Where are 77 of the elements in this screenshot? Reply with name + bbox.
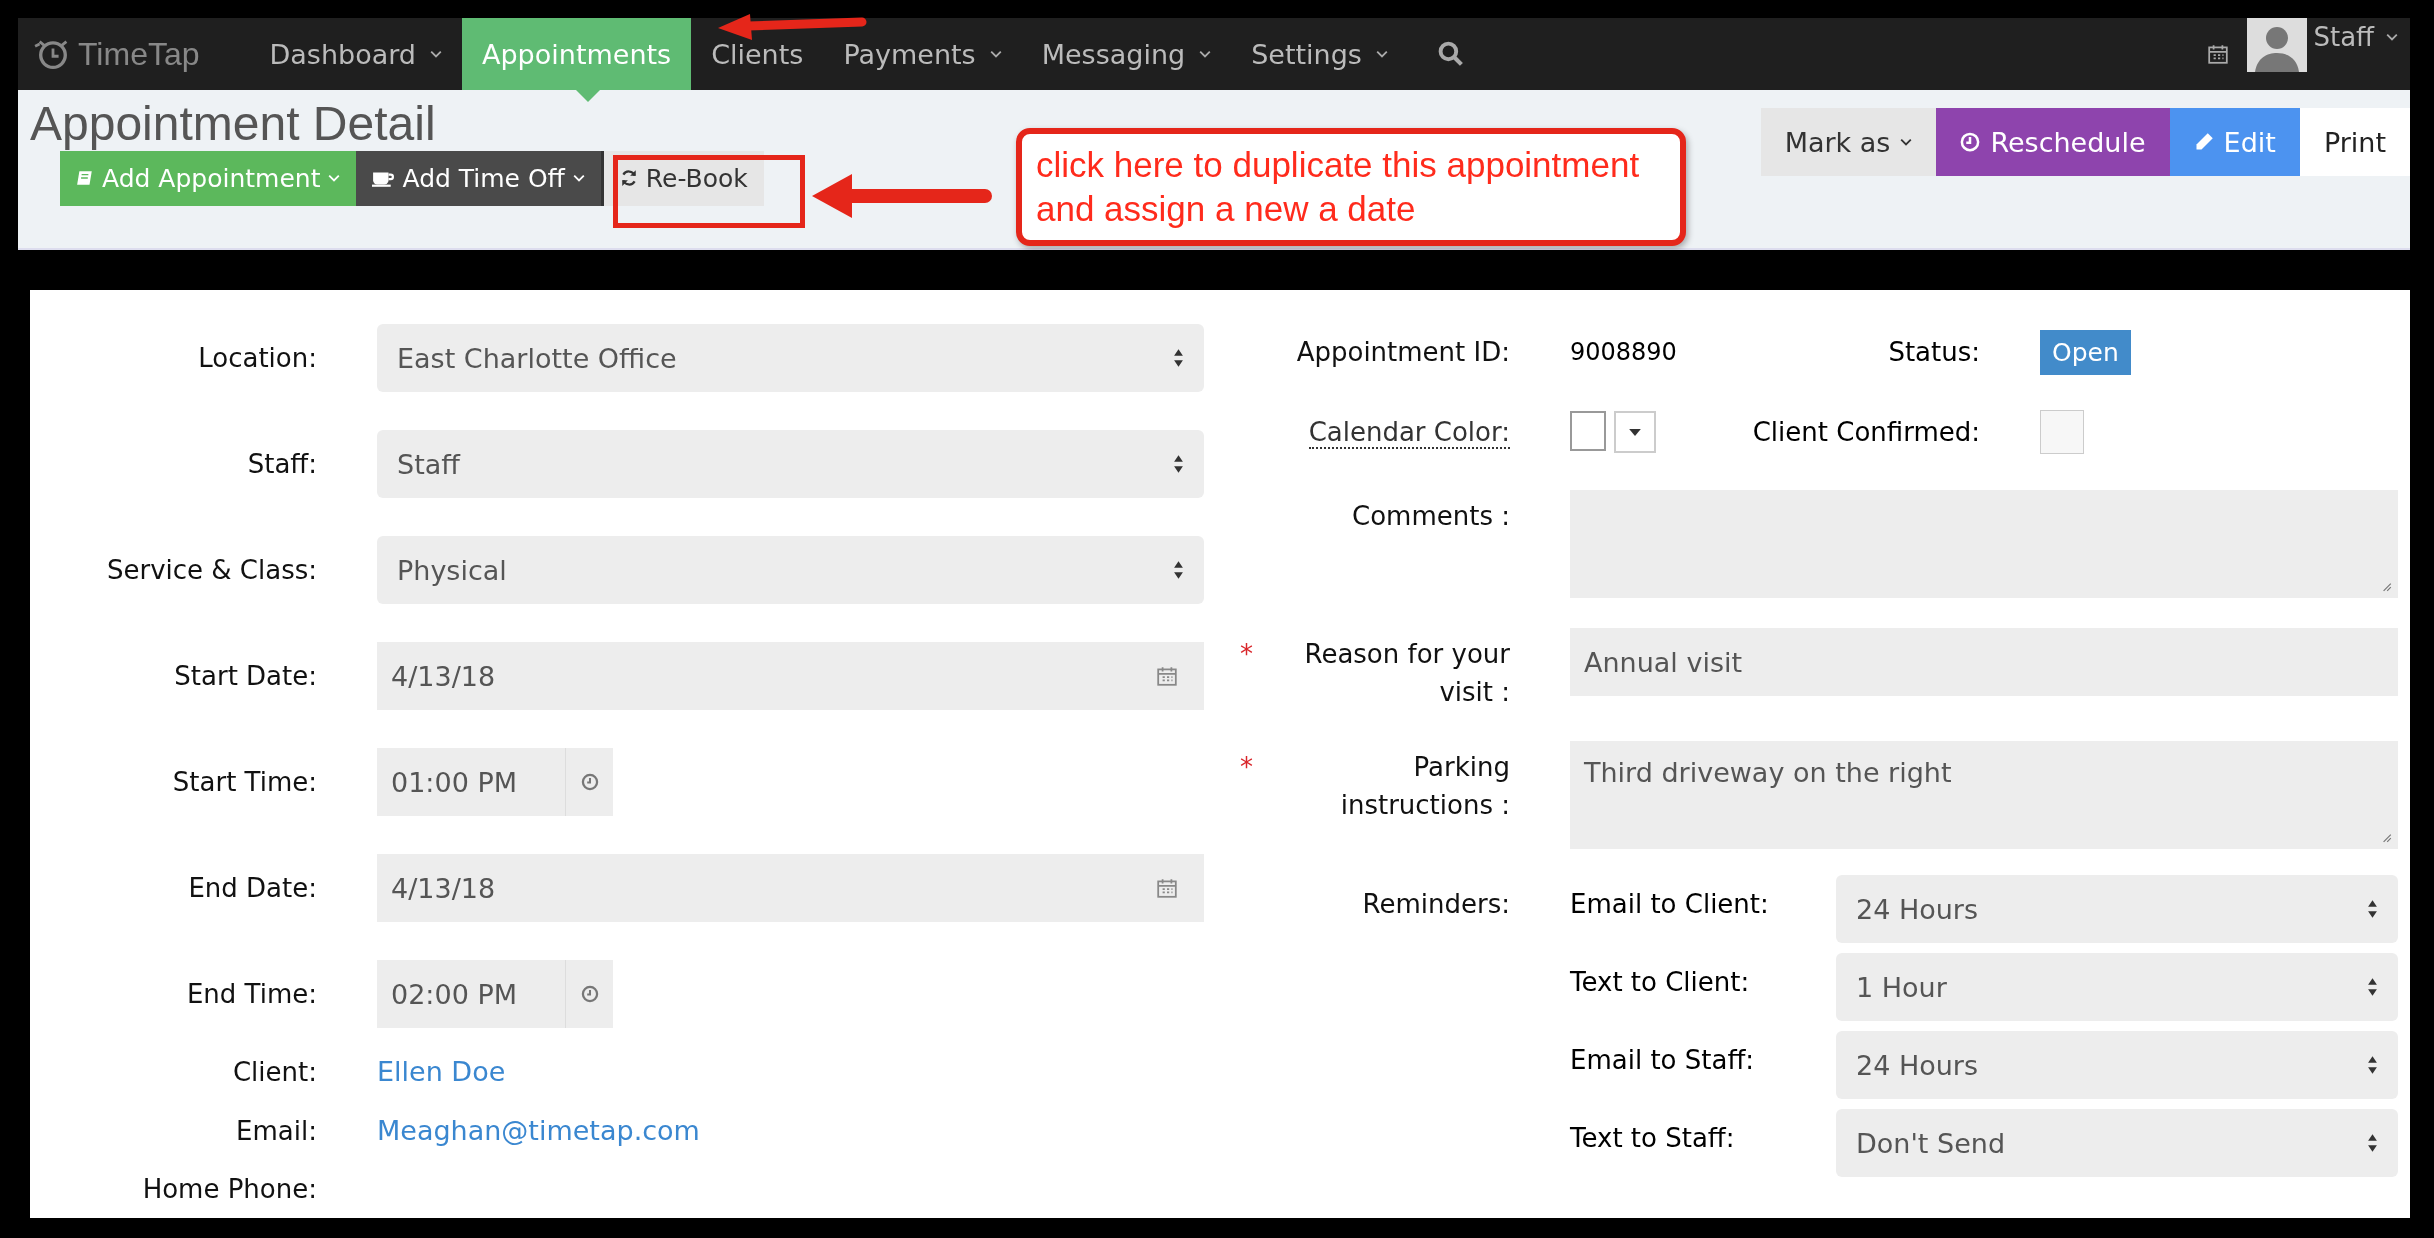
color-swatch[interactable]: [1570, 411, 1606, 451]
color-dropdown-button[interactable]: [1614, 411, 1656, 453]
field-label: End Date:: [187, 873, 317, 903]
confirmed-checkbox[interactable]: [2040, 410, 2084, 454]
select-field[interactable]: Staff: [377, 430, 1204, 498]
nav-tab[interactable]: Messaging: [1021, 18, 1232, 90]
caret-icon: [1629, 428, 1641, 436]
clock-icon[interactable]: [580, 985, 599, 1003]
input-field[interactable]: Annual visit: [1570, 628, 2398, 696]
resize-grip-icon[interactable]: [2380, 580, 2392, 592]
field-label: Reminders:: [1361, 889, 1510, 922]
search-icon[interactable]: [1437, 41, 1464, 67]
select-field[interactable]: Don't Send: [1836, 1109, 2398, 1178]
field-label: Start Date:: [173, 661, 317, 691]
field-label: Client Confirmed:: [1751, 417, 1980, 447]
status-badge: Open: [2040, 329, 2131, 375]
time-field[interactable]: 01:00 PM: [377, 748, 613, 816]
select-arrows-icon: [1173, 560, 1184, 580]
nav-tab[interactable]: Payments: [823, 18, 1022, 90]
date-field[interactable]: 4/13/18: [377, 854, 1204, 922]
user-menu[interactable]: Staff: [2313, 18, 2410, 52]
text-area[interactable]: Third driveway on the right: [1570, 741, 2398, 850]
select-field[interactable]: East Charlotte Office: [377, 324, 1204, 392]
refresh-icon: [619, 169, 638, 188]
field-label: End Time:: [185, 979, 317, 1009]
nav-tab[interactable]: Settings: [1231, 18, 1408, 90]
select-arrows-icon: [1173, 454, 1184, 474]
select-arrows-icon: [2367, 1055, 2378, 1076]
field-label: Email:: [235, 1115, 317, 1146]
field-label: Text to Staff:: [1570, 1122, 1736, 1154]
select-field[interactable]: 24 Hours: [1836, 875, 2398, 944]
select-arrows-icon: [2367, 899, 2378, 920]
action-button[interactable]: Print: [2299, 108, 2410, 176]
field-label: Service & Class:: [105, 555, 317, 585]
field-label: Appointment ID:: [1295, 337, 1510, 367]
field-label: Client:: [231, 1056, 317, 1087]
action-button[interactable]: Re-Book: [600, 150, 764, 206]
action-button[interactable]: Add Time Off: [356, 150, 601, 206]
field-label: Email to Client:: [1570, 888, 1770, 920]
caret-icon: [2386, 33, 2398, 41]
nav-tab[interactable]: Clients: [691, 18, 824, 90]
link[interactable]: Ellen Doe: [377, 1056, 506, 1087]
select-field[interactable]: 1 Hour: [1836, 953, 2398, 1022]
action-button[interactable]: Mark as: [1760, 108, 1937, 176]
field-label: Staff:: [246, 449, 317, 479]
link[interactable]: Meaghan@timetap.com: [377, 1115, 700, 1146]
page-title: Appointment Detail: [30, 98, 437, 151]
field-label: Home Phone:: [141, 1174, 317, 1204]
required-mark: *: [1240, 751, 1253, 785]
select-arrows-icon: [1173, 348, 1184, 368]
clock-icon: [1960, 132, 1981, 152]
required-mark: *: [1240, 638, 1253, 671]
avatar-icon[interactable]: [2247, 18, 2308, 72]
date-field[interactable]: 4/13/18: [377, 642, 1204, 710]
select-field[interactable]: Physical: [377, 536, 1204, 604]
select-field[interactable]: 24 Hours: [1836, 1031, 2398, 1100]
field-label: Status:: [1887, 337, 1980, 367]
field-label: Email to Staff:: [1570, 1044, 1756, 1076]
field-label: Calendar Color:: [1307, 417, 1510, 447]
field-label: Location:: [197, 343, 317, 373]
field-label: Parking instructions :: [1339, 751, 1510, 823]
field-label: Comments :: [1352, 500, 1510, 533]
time-field[interactable]: 02:00 PM: [377, 960, 613, 1028]
logo-text: TimeTap: [78, 35, 200, 73]
resize-grip-icon[interactable]: [2380, 831, 2392, 844]
select-arrows-icon: [2367, 977, 2378, 998]
field-label: Text to Client:: [1570, 966, 1751, 998]
clock-icon[interactable]: [580, 773, 599, 791]
callout-box: click here to duplicate this appointment and assign a new a date: [1016, 128, 1686, 246]
field-label: Start Time:: [171, 767, 317, 797]
action-button[interactable]: Reschedule: [1936, 108, 2170, 176]
field-label: Reason for your visit :: [1303, 638, 1510, 709]
nav-tab[interactable]: Dashboard: [249, 18, 462, 90]
appointment-id: 9008890: [1570, 338, 1678, 366]
book-icon: [76, 169, 94, 188]
calendar-icon[interactable]: [2207, 43, 2230, 65]
select-arrows-icon: [2367, 1133, 2378, 1154]
